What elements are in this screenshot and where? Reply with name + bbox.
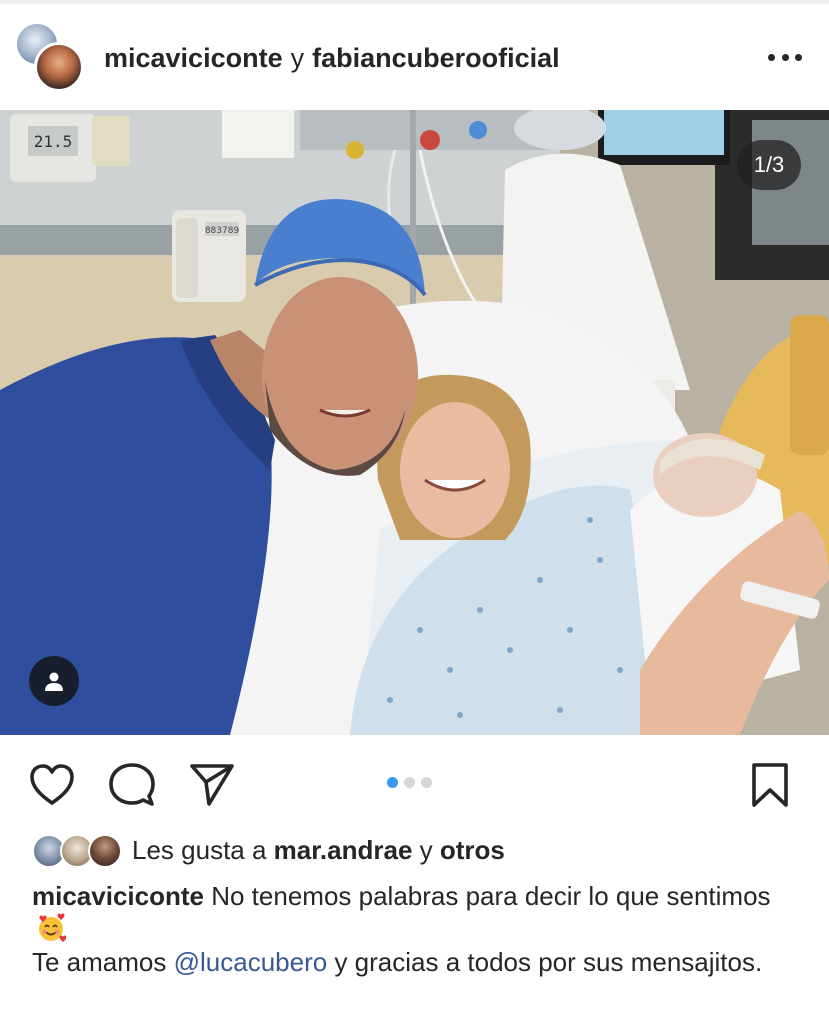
- heart-icon: [30, 764, 74, 805]
- thermostat-reading: 21.5: [34, 132, 73, 151]
- post-header: micaviciconte y fabiancuberooficial: [0, 0, 829, 110]
- more-horizontal-icon: [768, 53, 775, 61]
- caption-text-2-suffix: y gracias a todos por sus mensajitos.: [334, 947, 763, 977]
- avatar-micaviciconte[interactable]: [34, 42, 84, 92]
- comment-button[interactable]: [108, 761, 156, 809]
- post-authors: micaviciconte y fabiancuberooficial: [104, 43, 560, 73]
- mention-link[interactable]: @lucacubero: [174, 947, 328, 977]
- collab-avatars[interactable]: [12, 20, 86, 94]
- caption-text: No tenemos palabras para decir lo que se…: [211, 881, 771, 911]
- liker-avatars: [32, 832, 124, 868]
- liker-username[interactable]: mar.andrae: [274, 835, 413, 865]
- phone-label: 883789: [205, 226, 240, 236]
- person-icon: [45, 672, 63, 691]
- more-dot: [795, 53, 802, 61]
- post-caption: micaviciconte No tenemos palabras para d…: [32, 880, 802, 979]
- bookmark-icon: [752, 763, 788, 807]
- caption-line-1: micaviciconte No tenemos palabras para d…: [32, 880, 802, 946]
- hospital-photo-illustration: 21.5 883789: [0, 110, 829, 735]
- save-button[interactable]: [746, 761, 794, 809]
- caption-username[interactable]: micaviciconte: [32, 881, 204, 911]
- share-button[interactable]: [188, 761, 236, 809]
- comment-bubble-icon: [109, 763, 155, 806]
- more-dot: [781, 53, 789, 61]
- carousel-dot: [404, 777, 415, 788]
- post-actions: [0, 735, 829, 830]
- author-username-1[interactable]: micaviciconte: [104, 43, 283, 73]
- more-options-button[interactable]: [762, 40, 808, 74]
- likes-summary[interactable]: Les gusta a mar.andrae y otros: [32, 830, 505, 870]
- paper-plane-icon: [190, 764, 234, 806]
- carousel-counter: 1/3: [737, 140, 801, 190]
- instagram-post: micaviciconteyfabiancuberooficial 21.5: [0, 0, 829, 1024]
- author-username-2[interactable]: fabiancuberooficial: [312, 43, 560, 73]
- likes-prefix: Les gusta a: [132, 834, 267, 865]
- caption-line-2: Te amamos @lucacubero y gracias a todos …: [32, 946, 802, 979]
- tagged-people-button[interactable]: [29, 656, 79, 706]
- avatar: [88, 834, 122, 868]
- caption-text-2-prefix: Te amamos: [32, 947, 167, 977]
- smiling-face-with-hearts-icon: [39, 913, 66, 942]
- carousel-dot-active: [387, 777, 398, 788]
- carousel-dot: [421, 777, 432, 788]
- like-button[interactable]: [28, 761, 76, 809]
- post-photo[interactable]: 21.5 883789 1/3: [0, 110, 829, 735]
- carousel-indicator: [387, 777, 432, 788]
- likes-others-link[interactable]: otros: [440, 835, 505, 865]
- likes-conjunction: y: [419, 834, 433, 865]
- author-conjunction: y: [290, 43, 305, 73]
- likes-text: Les gusta a mar.andrae y otros: [132, 835, 505, 866]
